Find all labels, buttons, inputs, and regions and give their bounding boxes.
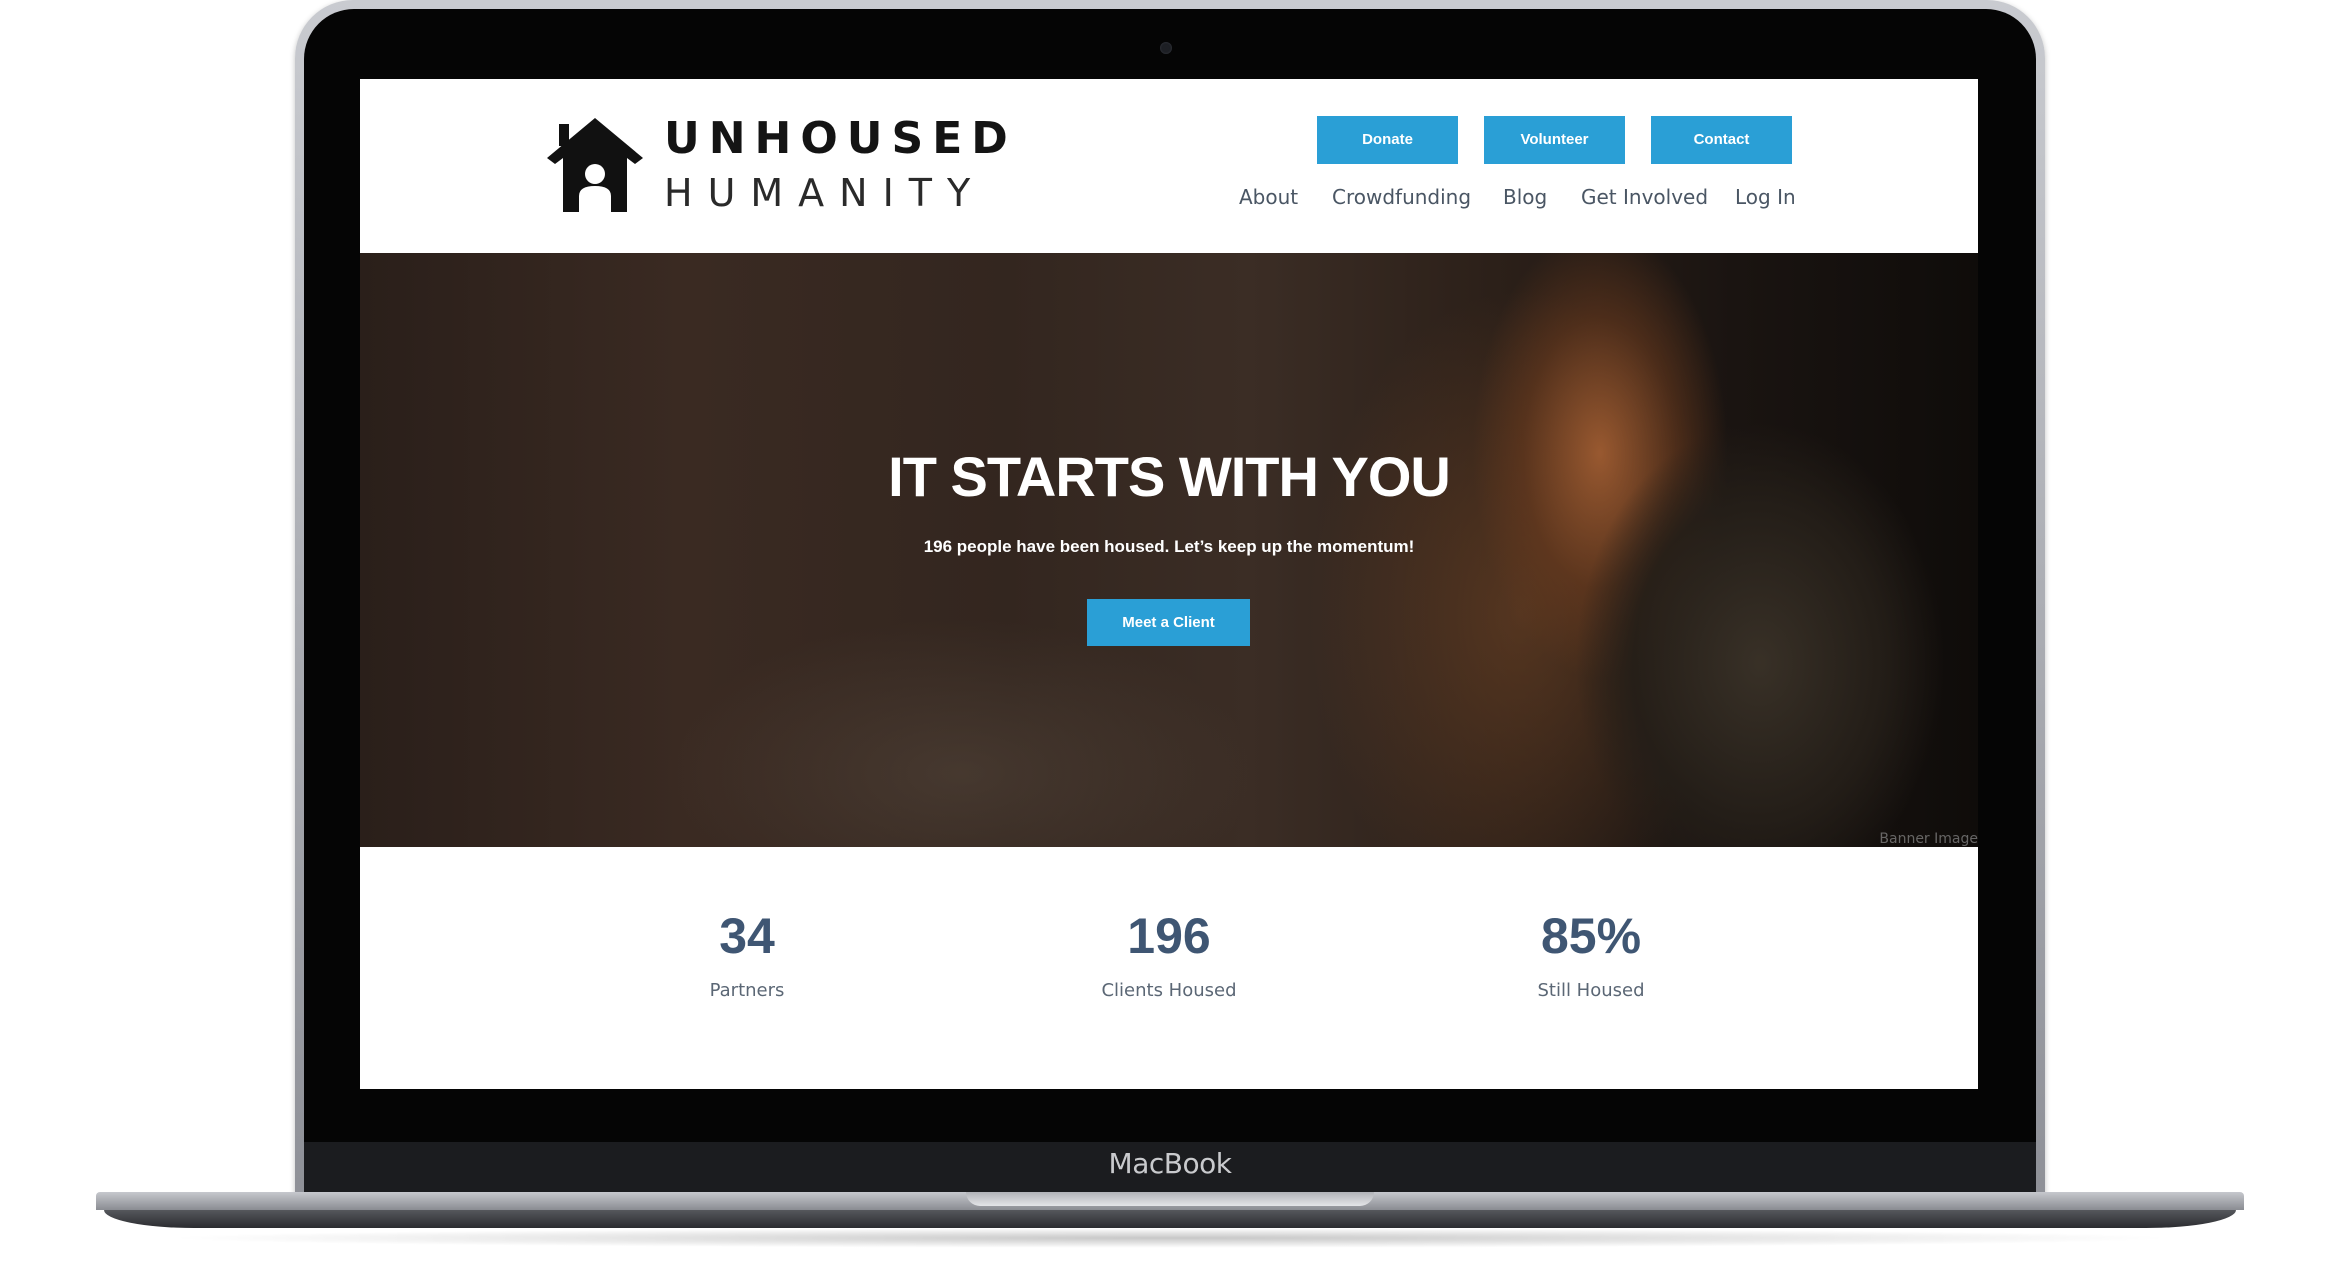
- laptop-notch: [966, 1192, 1374, 1206]
- meet-a-client-button[interactable]: Meet a Client: [1087, 599, 1250, 646]
- website-screen: UNHOUSED HUMANITY Donate Volunteer Conta…: [360, 79, 1978, 1089]
- stat-partners-value: 34: [719, 908, 775, 964]
- nav-link-crowdfunding[interactable]: Crowdfunding: [1332, 185, 1471, 209]
- house-person-icon[interactable]: [545, 116, 645, 214]
- laptop-shadow: [160, 1228, 2180, 1248]
- site-header: UNHOUSED HUMANITY Donate Volunteer Conta…: [360, 79, 1978, 253]
- laptop-mockup: MacBook UNHOUSED HUMANITY Donate Volunte…: [0, 0, 2336, 1263]
- nav-link-get-involved[interactable]: Get Involved: [1581, 185, 1708, 209]
- stat-still-housed-label: Still Housed: [1537, 980, 1645, 1001]
- banner-image-credit: Banner Image: [1879, 831, 1978, 847]
- hero-title: IT STARTS WITH YOU: [888, 445, 1451, 508]
- stat-clients-housed-value: 196: [1127, 908, 1211, 964]
- nav-link-about[interactable]: About: [1239, 185, 1298, 209]
- nav-link-blog[interactable]: Blog: [1503, 185, 1547, 209]
- stat-partners-label: Partners: [709, 980, 785, 1001]
- nav-link-log-in[interactable]: Log In: [1735, 185, 1796, 209]
- stat-still-housed-value: 85%: [1540, 908, 1642, 964]
- donate-button[interactable]: Donate: [1317, 116, 1458, 164]
- logo-text-primary[interactable]: UNHOUSED: [664, 113, 1017, 164]
- hero-subtitle: 196 people have been housed. Let’s keep …: [923, 537, 1415, 556]
- volunteer-button[interactable]: Volunteer: [1484, 116, 1625, 164]
- logo-text-secondary[interactable]: HUMANITY: [664, 171, 985, 215]
- device-brand-label: MacBook: [1108, 1147, 1232, 1180]
- contact-button[interactable]: Contact: [1651, 116, 1792, 164]
- camera-icon: [1160, 42, 1172, 54]
- hero-banner: IT STARTS WITH YOU 196 people have been …: [360, 253, 1978, 847]
- laptop-base-edge: [104, 1210, 2236, 1228]
- stat-clients-housed-label: Clients Housed: [1101, 980, 1237, 1001]
